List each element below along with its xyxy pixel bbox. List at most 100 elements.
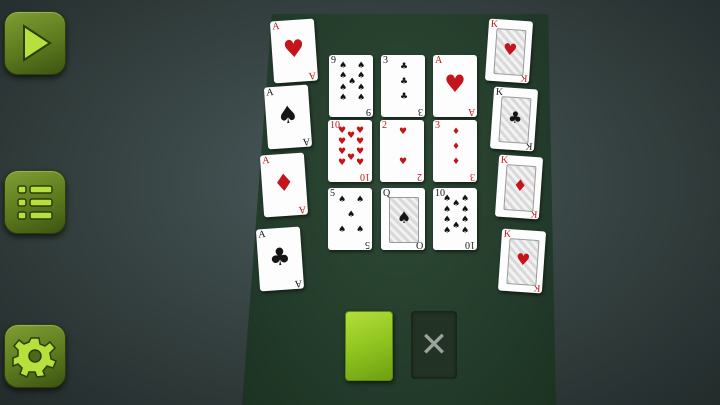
card-rank: A: [257, 228, 266, 241]
playing-card[interactable]: K K ♣: [489, 86, 539, 152]
playing-card[interactable]: Q Q ♠: [381, 188, 425, 250]
suit-icon: ♥: [356, 158, 365, 168]
playing-card[interactable]: 3 3 ♦ ♦ ♦: [433, 120, 477, 182]
suit-icon: ♠: [357, 83, 366, 93]
suit-icon: ♥: [356, 126, 365, 136]
suit-icon: ♦: [272, 168, 296, 198]
suit-icon: ♥: [356, 147, 365, 157]
playing-card[interactable]: A A ♠: [263, 84, 313, 150]
suit-icon: ♠: [339, 93, 348, 103]
card-rank: 9: [366, 106, 371, 117]
playing-card[interactable]: 9 9 ♠ ♠ ♠ ♠ ♠ ♠ ♠ ♠ ♠: [329, 55, 373, 117]
card-rank: A: [302, 135, 311, 148]
playing-card[interactable]: K K ♥: [497, 228, 547, 294]
settings-button[interactable]: [4, 324, 66, 388]
suit-icon: ♠: [338, 195, 347, 205]
suit-icon: ♠: [452, 199, 461, 209]
suit-icon: ♠: [452, 221, 461, 231]
card-rank: A: [261, 154, 270, 167]
playing-card[interactable]: A A ♦: [259, 152, 309, 218]
draw-pile[interactable]: [345, 311, 393, 381]
suit-icon: ♥: [399, 157, 408, 167]
playing-card[interactable]: A A ♥: [433, 55, 477, 117]
playing-card[interactable]: K K ♥: [484, 18, 534, 84]
card-rank: 3: [470, 171, 475, 182]
card-rank: 3: [435, 120, 440, 131]
suit-icon: ♠: [339, 83, 348, 93]
gear-icon: [12, 337, 57, 378]
card-rank: 2: [382, 120, 387, 131]
playing-card[interactable]: 3 3 ♣ ♣ ♣: [381, 55, 425, 117]
card-rank: 9: [331, 55, 336, 66]
suit-icon: ♠: [338, 225, 347, 235]
card-rank: 10: [360, 171, 370, 182]
suit-icon: ♥: [399, 127, 408, 137]
suit-icon: ♠: [396, 208, 412, 227]
court-figure: ♥: [506, 238, 540, 287]
suit-icon: ♠: [348, 77, 357, 87]
card-rank: 3: [383, 55, 388, 66]
playing-card[interactable]: 10 10 ♥ ♥ ♥ ♥ ♥ ♥ ♥ ♥ ♥ ♥: [328, 120, 372, 182]
card-rank: 5: [365, 239, 370, 250]
suit-icon: ♠: [461, 205, 470, 215]
card-rank: A: [435, 55, 443, 66]
suit-icon: ♥: [347, 131, 356, 141]
suit-icon: ♠: [357, 93, 366, 103]
suit-icon: ♣: [507, 107, 523, 128]
card-rank: 3: [418, 106, 423, 117]
playing-card[interactable]: A A ♥: [269, 18, 319, 84]
suit-icon: ♠: [339, 71, 348, 81]
playing-card[interactable]: A A ♣: [255, 226, 305, 292]
card-rank: A: [298, 203, 307, 216]
suit-icon: ♠: [276, 100, 300, 130]
suit-icon: ♥: [347, 153, 356, 163]
suit-icon: ♠: [339, 61, 348, 71]
court-figure: ♠: [389, 197, 419, 243]
suit-icon: ♣: [400, 62, 409, 72]
suit-icon: ♠: [461, 194, 470, 204]
suit-icon: ♠: [443, 215, 452, 225]
suit-icon: ♠: [357, 71, 366, 81]
card-rank: A: [294, 277, 303, 290]
close-icon: ✕: [419, 325, 449, 365]
playing-card[interactable]: K K ♦: [494, 154, 544, 220]
suit-icon: ♠: [461, 215, 470, 225]
playing-card[interactable]: 2 2 ♥ ♥: [380, 120, 424, 182]
suit-icon: ♣: [400, 92, 409, 102]
suit-icon: ♣: [400, 77, 409, 87]
suit-icon: ♠: [443, 194, 452, 204]
suit-icon: ♦: [452, 127, 461, 137]
suit-icon: ♥: [515, 249, 531, 270]
court-figure: ♣: [498, 96, 532, 145]
suit-icon: ♠: [347, 210, 356, 220]
suit-icon: ♠: [443, 205, 452, 215]
card-rank: A: [271, 20, 280, 33]
card-rank: 10: [465, 239, 475, 250]
court-figure: ♥: [493, 28, 527, 77]
playing-card[interactable]: 10 10 ♠ ♠ ♠ ♠ ♠ ♠ ♠ ♠ ♠ ♠: [433, 188, 477, 250]
suit-icon: ♠: [356, 195, 365, 205]
playing-card[interactable]: 5 5 ♠ ♠ ♠ ♠ ♠: [328, 188, 372, 250]
suit-icon: ♥: [338, 137, 347, 147]
court-figure: ♦: [503, 164, 537, 213]
suit-icon: ♥: [338, 126, 347, 136]
suit-icon: ♦: [512, 175, 528, 196]
card-rank: A: [308, 69, 317, 82]
suit-icon: ♦: [452, 142, 461, 152]
card-rank: 2: [417, 171, 422, 182]
suit-icon: ♥: [338, 147, 347, 157]
suit-icon: ♥: [502, 39, 518, 60]
suit-icon: ♠: [461, 226, 470, 236]
card-rank: 5: [330, 188, 335, 199]
card-rank: A: [265, 86, 274, 99]
suit-icon: ♥: [356, 137, 365, 147]
list-menu-icon: [17, 185, 53, 220]
suit-icon: ♥: [282, 34, 306, 64]
discard-slot[interactable]: ✕: [411, 311, 457, 379]
suit-icon: ♥: [444, 70, 466, 98]
suit-icon: ♥: [338, 158, 347, 168]
suit-icon: ♠: [356, 225, 365, 235]
menu-button[interactable]: [4, 170, 66, 234]
suit-icon: ♠: [357, 61, 366, 71]
play-button[interactable]: [4, 11, 66, 75]
